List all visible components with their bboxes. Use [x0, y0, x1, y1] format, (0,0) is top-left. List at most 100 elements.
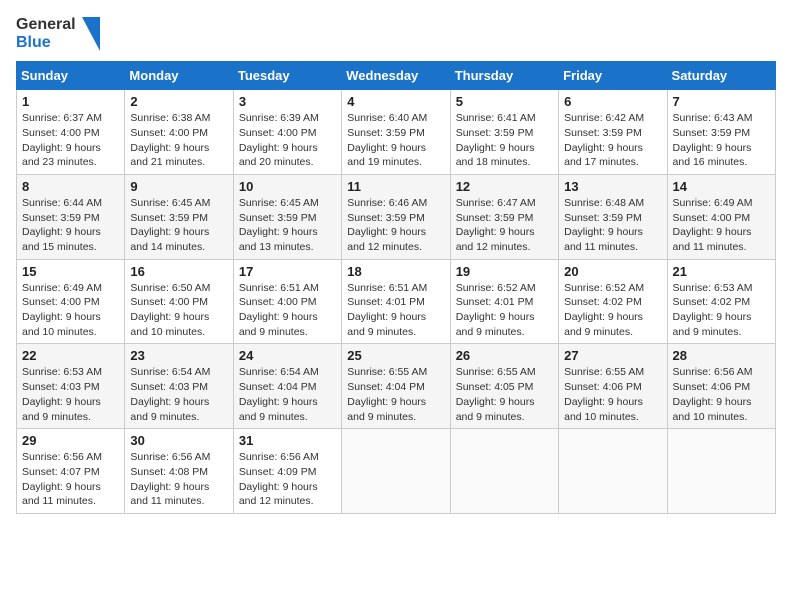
- calendar-cell: 18 Sunrise: 6:51 AM Sunset: 4:01 PM Dayl…: [342, 259, 450, 344]
- calendar-cell: [450, 429, 558, 514]
- calendar-cell: 22 Sunrise: 6:53 AM Sunset: 4:03 PM Dayl…: [17, 344, 125, 429]
- calendar-cell: 16 Sunrise: 6:50 AM Sunset: 4:00 PM Dayl…: [125, 259, 233, 344]
- day-info: Sunrise: 6:39 AM Sunset: 4:00 PM Dayligh…: [239, 111, 336, 170]
- day-number: 12: [456, 179, 553, 194]
- weekday-header-wednesday: Wednesday: [342, 62, 450, 90]
- day-number: 3: [239, 94, 336, 109]
- day-number: 7: [673, 94, 770, 109]
- day-info: Sunrise: 6:41 AM Sunset: 3:59 PM Dayligh…: [456, 111, 553, 170]
- logo-text: General Blue: [16, 16, 100, 51]
- day-info: Sunrise: 6:50 AM Sunset: 4:00 PM Dayligh…: [130, 281, 227, 340]
- day-number: 23: [130, 348, 227, 363]
- calendar-cell: 4 Sunrise: 6:40 AM Sunset: 3:59 PM Dayli…: [342, 90, 450, 175]
- calendar-cell: 6 Sunrise: 6:42 AM Sunset: 3:59 PM Dayli…: [559, 90, 667, 175]
- day-info: Sunrise: 6:46 AM Sunset: 3:59 PM Dayligh…: [347, 196, 444, 255]
- day-number: 19: [456, 264, 553, 279]
- day-number: 10: [239, 179, 336, 194]
- calendar-cell: [559, 429, 667, 514]
- day-info: Sunrise: 6:55 AM Sunset: 4:05 PM Dayligh…: [456, 365, 553, 424]
- page-header: General Blue: [16, 16, 776, 51]
- calendar-table: SundayMondayTuesdayWednesdayThursdayFrid…: [16, 61, 776, 514]
- day-number: 18: [347, 264, 444, 279]
- day-number: 11: [347, 179, 444, 194]
- day-number: 15: [22, 264, 119, 279]
- day-info: Sunrise: 6:47 AM Sunset: 3:59 PM Dayligh…: [456, 196, 553, 255]
- day-info: Sunrise: 6:55 AM Sunset: 4:04 PM Dayligh…: [347, 365, 444, 424]
- day-info: Sunrise: 6:51 AM Sunset: 4:00 PM Dayligh…: [239, 281, 336, 340]
- day-info: Sunrise: 6:54 AM Sunset: 4:03 PM Dayligh…: [130, 365, 227, 424]
- day-number: 5: [456, 94, 553, 109]
- day-number: 25: [347, 348, 444, 363]
- day-number: 8: [22, 179, 119, 194]
- weekday-header-saturday: Saturday: [667, 62, 775, 90]
- day-info: Sunrise: 6:51 AM Sunset: 4:01 PM Dayligh…: [347, 281, 444, 340]
- calendar-cell: 7 Sunrise: 6:43 AM Sunset: 3:59 PM Dayli…: [667, 90, 775, 175]
- day-info: Sunrise: 6:56 AM Sunset: 4:08 PM Dayligh…: [130, 450, 227, 509]
- calendar-cell: 20 Sunrise: 6:52 AM Sunset: 4:02 PM Dayl…: [559, 259, 667, 344]
- day-number: 22: [22, 348, 119, 363]
- day-info: Sunrise: 6:37 AM Sunset: 4:00 PM Dayligh…: [22, 111, 119, 170]
- calendar-cell: 31 Sunrise: 6:56 AM Sunset: 4:09 PM Dayl…: [233, 429, 341, 514]
- day-number: 31: [239, 433, 336, 448]
- day-number: 17: [239, 264, 336, 279]
- calendar-cell: 13 Sunrise: 6:48 AM Sunset: 3:59 PM Dayl…: [559, 174, 667, 259]
- day-number: 9: [130, 179, 227, 194]
- weekday-header-tuesday: Tuesday: [233, 62, 341, 90]
- calendar-cell: 21 Sunrise: 6:53 AM Sunset: 4:02 PM Dayl…: [667, 259, 775, 344]
- day-number: 27: [564, 348, 661, 363]
- calendar-cell: 5 Sunrise: 6:41 AM Sunset: 3:59 PM Dayli…: [450, 90, 558, 175]
- day-number: 30: [130, 433, 227, 448]
- calendar-cell: 27 Sunrise: 6:55 AM Sunset: 4:06 PM Dayl…: [559, 344, 667, 429]
- day-info: Sunrise: 6:45 AM Sunset: 3:59 PM Dayligh…: [239, 196, 336, 255]
- day-number: 2: [130, 94, 227, 109]
- calendar-cell: 14 Sunrise: 6:49 AM Sunset: 4:00 PM Dayl…: [667, 174, 775, 259]
- day-info: Sunrise: 6:40 AM Sunset: 3:59 PM Dayligh…: [347, 111, 444, 170]
- day-number: 26: [456, 348, 553, 363]
- calendar-cell: 10 Sunrise: 6:45 AM Sunset: 3:59 PM Dayl…: [233, 174, 341, 259]
- calendar-cell: 1 Sunrise: 6:37 AM Sunset: 4:00 PM Dayli…: [17, 90, 125, 175]
- day-info: Sunrise: 6:44 AM Sunset: 3:59 PM Dayligh…: [22, 196, 119, 255]
- day-info: Sunrise: 6:56 AM Sunset: 4:06 PM Dayligh…: [673, 365, 770, 424]
- day-number: 4: [347, 94, 444, 109]
- day-info: Sunrise: 6:53 AM Sunset: 4:02 PM Dayligh…: [673, 281, 770, 340]
- day-number: 14: [673, 179, 770, 194]
- calendar-cell: [342, 429, 450, 514]
- day-info: Sunrise: 6:54 AM Sunset: 4:04 PM Dayligh…: [239, 365, 336, 424]
- day-info: Sunrise: 6:49 AM Sunset: 4:00 PM Dayligh…: [22, 281, 119, 340]
- day-number: 24: [239, 348, 336, 363]
- calendar-cell: 23 Sunrise: 6:54 AM Sunset: 4:03 PM Dayl…: [125, 344, 233, 429]
- day-info: Sunrise: 6:52 AM Sunset: 4:02 PM Dayligh…: [564, 281, 661, 340]
- calendar-cell: 11 Sunrise: 6:46 AM Sunset: 3:59 PM Dayl…: [342, 174, 450, 259]
- day-number: 29: [22, 433, 119, 448]
- calendar-cell: 28 Sunrise: 6:56 AM Sunset: 4:06 PM Dayl…: [667, 344, 775, 429]
- calendar-cell: 2 Sunrise: 6:38 AM Sunset: 4:00 PM Dayli…: [125, 90, 233, 175]
- weekday-header-thursday: Thursday: [450, 62, 558, 90]
- day-number: 28: [673, 348, 770, 363]
- day-number: 20: [564, 264, 661, 279]
- weekday-header-monday: Monday: [125, 62, 233, 90]
- calendar-cell: 15 Sunrise: 6:49 AM Sunset: 4:00 PM Dayl…: [17, 259, 125, 344]
- day-number: 13: [564, 179, 661, 194]
- calendar-cell: 25 Sunrise: 6:55 AM Sunset: 4:04 PM Dayl…: [342, 344, 450, 429]
- calendar-cell: 9 Sunrise: 6:45 AM Sunset: 3:59 PM Dayli…: [125, 174, 233, 259]
- day-number: 21: [673, 264, 770, 279]
- calendar-cell: 24 Sunrise: 6:54 AM Sunset: 4:04 PM Dayl…: [233, 344, 341, 429]
- day-number: 16: [130, 264, 227, 279]
- day-info: Sunrise: 6:56 AM Sunset: 4:07 PM Dayligh…: [22, 450, 119, 509]
- day-info: Sunrise: 6:56 AM Sunset: 4:09 PM Dayligh…: [239, 450, 336, 509]
- day-info: Sunrise: 6:53 AM Sunset: 4:03 PM Dayligh…: [22, 365, 119, 424]
- day-info: Sunrise: 6:48 AM Sunset: 3:59 PM Dayligh…: [564, 196, 661, 255]
- calendar-cell: 30 Sunrise: 6:56 AM Sunset: 4:08 PM Dayl…: [125, 429, 233, 514]
- calendar-cell: 8 Sunrise: 6:44 AM Sunset: 3:59 PM Dayli…: [17, 174, 125, 259]
- day-info: Sunrise: 6:42 AM Sunset: 3:59 PM Dayligh…: [564, 111, 661, 170]
- day-info: Sunrise: 6:49 AM Sunset: 4:00 PM Dayligh…: [673, 196, 770, 255]
- logo: General Blue: [16, 16, 100, 51]
- calendar-cell: 26 Sunrise: 6:55 AM Sunset: 4:05 PM Dayl…: [450, 344, 558, 429]
- day-number: 6: [564, 94, 661, 109]
- calendar-cell: [667, 429, 775, 514]
- day-number: 1: [22, 94, 119, 109]
- calendar-cell: 17 Sunrise: 6:51 AM Sunset: 4:00 PM Dayl…: [233, 259, 341, 344]
- day-info: Sunrise: 6:43 AM Sunset: 3:59 PM Dayligh…: [673, 111, 770, 170]
- day-info: Sunrise: 6:45 AM Sunset: 3:59 PM Dayligh…: [130, 196, 227, 255]
- calendar-cell: 3 Sunrise: 6:39 AM Sunset: 4:00 PM Dayli…: [233, 90, 341, 175]
